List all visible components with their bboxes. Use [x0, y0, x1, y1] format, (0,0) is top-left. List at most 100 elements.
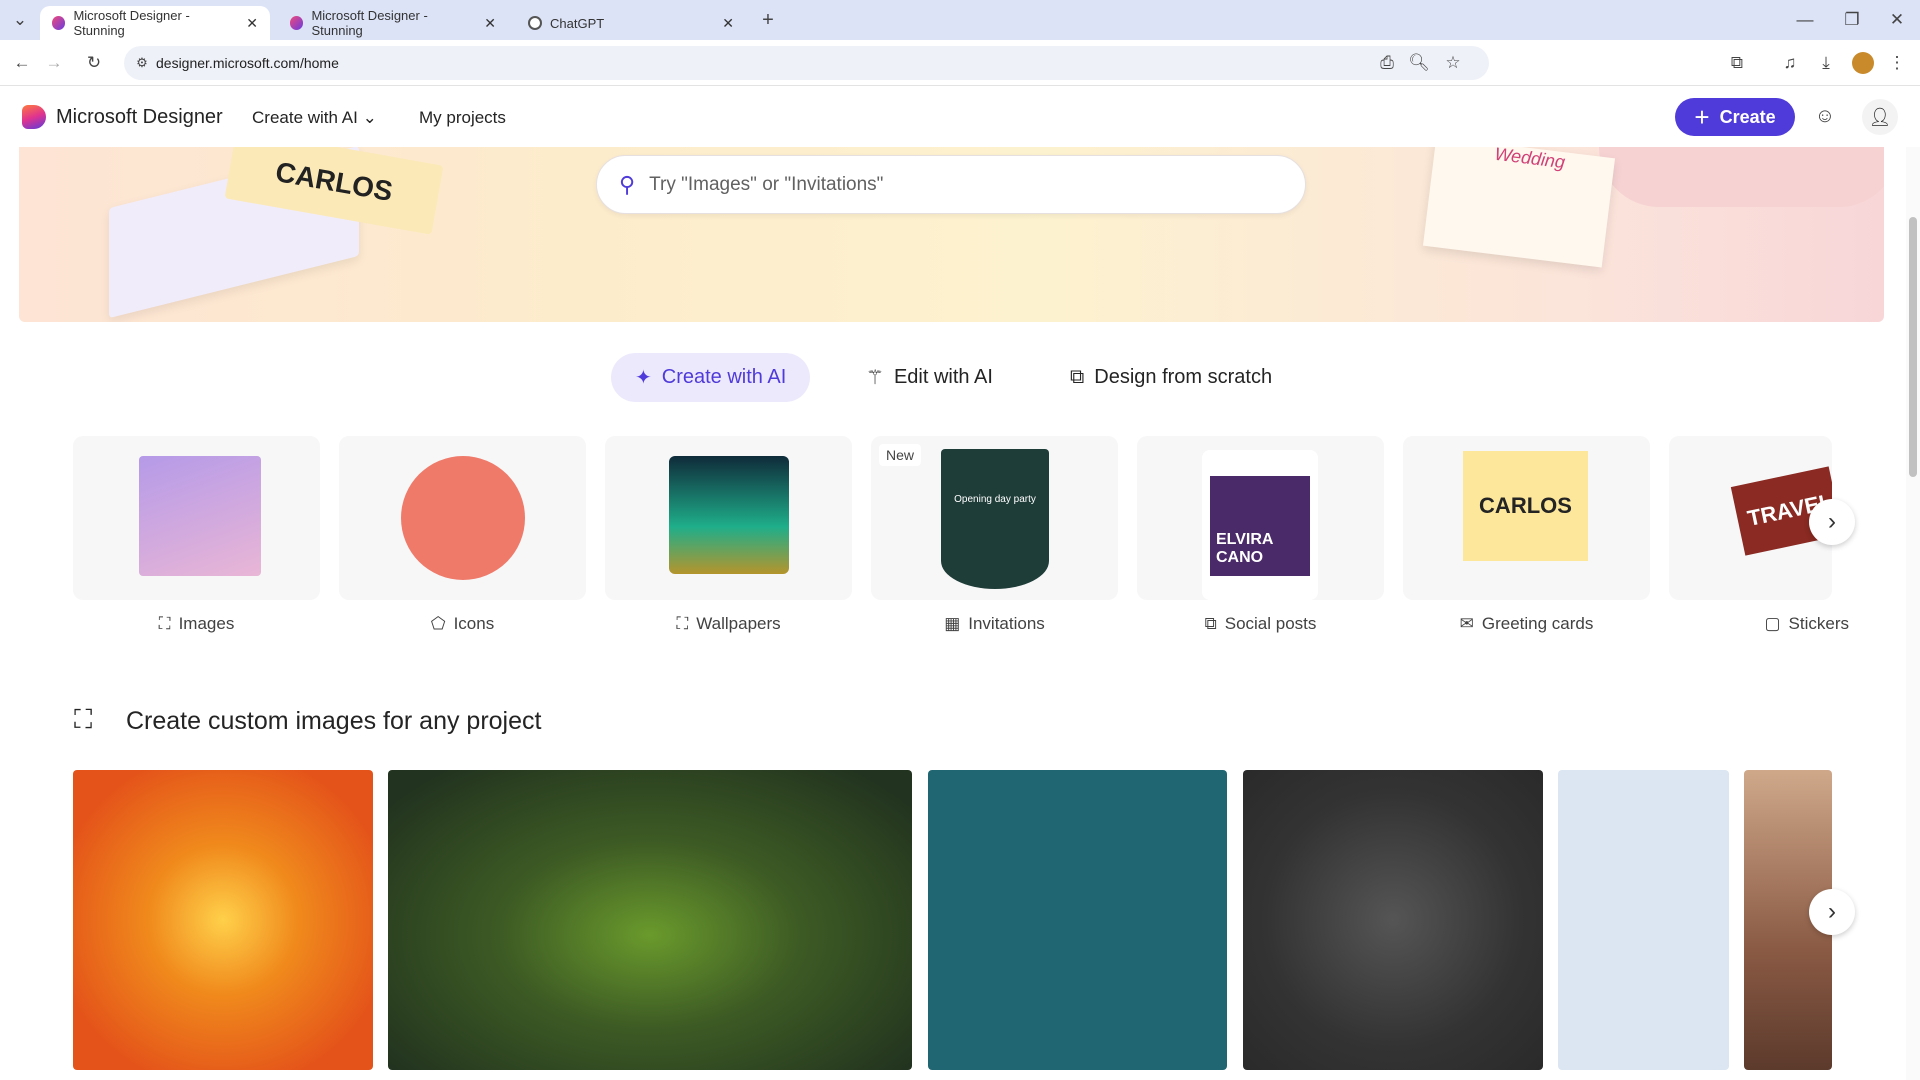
magic-wand-icon: ⚚: [866, 367, 884, 389]
category-card-images[interactable]: [73, 436, 320, 600]
label: Greeting cards: [1481, 614, 1594, 633]
categories-next-button[interactable]: ›: [1809, 499, 1855, 545]
address-bar-row: ← → ↻ ⚙ designer.microsoft.com/home ⎙ 🔍︎ …: [0, 40, 1920, 86]
close-tab-icon[interactable]: ✕: [484, 15, 496, 32]
search-box[interactable]: ⚲ Try "Images" or "Invitations": [596, 155, 1306, 214]
back-icon[interactable]: ←: [10, 51, 34, 75]
forward-icon[interactable]: →: [42, 51, 66, 75]
close-tab-icon[interactable]: ✕: [246, 15, 258, 32]
label: Stickers: [1788, 614, 1849, 633]
category-card-icons[interactable]: [339, 436, 586, 600]
label: Invitations: [968, 614, 1045, 633]
minimize-icon[interactable]: —: [1793, 8, 1817, 32]
app-header: Microsoft Designer Create with AI ⌄ My p…: [0, 86, 1920, 147]
gallery-image-doctor[interactable]: [1558, 770, 1729, 1070]
design-icon: ⧉: [1070, 366, 1085, 388]
category-label-social-posts[interactable]: ⧉ Social posts: [1137, 614, 1384, 634]
scrollbar-thumb[interactable]: [1909, 217, 1917, 477]
ice-cream-preview: [139, 456, 261, 576]
social-icon: ⧉: [1204, 614, 1217, 633]
gallery-image-olives[interactable]: [388, 770, 912, 1070]
close-tab-icon[interactable]: ✕: [722, 15, 734, 32]
label: Wallpapers: [696, 614, 781, 633]
category-label-invitations[interactable]: ▦ Invitations: [871, 614, 1118, 634]
tab-edit-with-ai[interactable]: ⚚ Edit with AI: [842, 353, 1017, 402]
gallery-image-pumpkin[interactable]: [73, 770, 373, 1070]
page-scrollbar[interactable]: [1906, 147, 1920, 1080]
tab-1[interactable]: Microsoft Designer - Stunning ✕: [40, 6, 270, 40]
browser-tab-bar: ⌄ Microsoft Designer - Stunning ✕ Microso…: [0, 0, 1920, 40]
lightbulb-preview: [401, 456, 525, 580]
search-icon: ⚲: [619, 171, 636, 197]
tab-title: Microsoft Designer - Stunning: [73, 8, 190, 38]
nav-create-with-ai[interactable]: Create with AI ⌄: [252, 108, 377, 128]
community-icon[interactable]: ☺: [1813, 104, 1837, 128]
nav-my-projects[interactable]: My projects: [419, 108, 506, 128]
create-button[interactable]: + Create: [1675, 98, 1795, 136]
close-window-icon[interactable]: ✕: [1885, 8, 1909, 32]
mode-label: Edit with AI: [893, 366, 993, 388]
tab-design-from-scratch[interactable]: ⧉ Design from scratch: [1046, 353, 1296, 402]
plus-icon: +: [1694, 101, 1710, 132]
account-icon[interactable]: 👤︎: [1862, 99, 1898, 135]
social-preview: ELVIRA CANO: [1210, 476, 1310, 576]
mail-icon: ✉: [1459, 614, 1474, 633]
profile-avatar[interactable]: [1852, 52, 1874, 74]
menu-icon[interactable]: ⋮: [1885, 51, 1909, 75]
image-icon: ⛶: [676, 614, 689, 633]
category-card-greeting-cards[interactable]: CARLOS: [1403, 436, 1650, 600]
sticker-icon: ▢: [1764, 614, 1781, 633]
create-label: Create: [1719, 106, 1776, 127]
category-label-icons[interactable]: ⬠ Icons: [339, 614, 586, 634]
bookmark-star-icon[interactable]: ☆: [1441, 51, 1465, 75]
category-label-stickers[interactable]: ▢ Stickers: [1669, 614, 1849, 634]
sparkle-icon: ✦: [635, 367, 652, 389]
url-text: designer.microsoft.com/home: [156, 55, 339, 71]
category-card-stickers[interactable]: TRAVEL: [1669, 436, 1832, 600]
calendar-icon: ▦: [944, 614, 961, 633]
aurora-preview: [669, 456, 789, 574]
zoom-icon[interactable]: 🔍︎: [1407, 51, 1431, 75]
reload-icon[interactable]: ↻: [82, 51, 106, 75]
search-placeholder: Try "Images" or "Invitations": [649, 173, 884, 195]
new-tab-icon[interactable]: +: [756, 8, 780, 32]
gallery-next-button[interactable]: ›: [1809, 889, 1855, 935]
chevron-right-icon: ›: [1828, 508, 1836, 535]
wedding-card-illustration: Wedding: [1422, 147, 1616, 268]
mode-label: Create with AI: [661, 366, 787, 388]
shapes-icon: ⬠: [430, 614, 446, 633]
image-sparkle-icon: ⛶: [74, 704, 93, 734]
image-sparkle-icon: ⛶: [158, 614, 171, 633]
category-label-wallpapers[interactable]: ⛶ Wallpapers: [605, 614, 852, 634]
label: Images: [178, 614, 235, 633]
tab-2[interactable]: Microsoft Designer - Stunning ✕: [278, 6, 508, 40]
chevron-down-icon: ⌄: [362, 108, 377, 127]
designer-logo: [22, 105, 46, 129]
category-label-images[interactable]: ⛶ Images: [73, 614, 320, 634]
category-label-greeting-cards[interactable]: ✉ Greeting cards: [1403, 614, 1650, 634]
section-title: Create custom images for any project: [126, 707, 542, 735]
designer-favicon: [290, 16, 304, 30]
media-control-icon[interactable]: ♫: [1778, 51, 1802, 75]
extensions-icon[interactable]: ⧉: [1725, 51, 1749, 75]
gallery-image-dancers[interactable]: [928, 770, 1227, 1070]
mode-label: Design from scratch: [1094, 366, 1273, 388]
tab-search-icon[interactable]: ⌄: [8, 8, 32, 32]
category-card-wallpapers[interactable]: [605, 436, 852, 600]
url-field[interactable]: ⚙ designer.microsoft.com/home ⎙ 🔍︎ ☆: [124, 46, 1489, 80]
greeting-preview: CARLOS: [1463, 451, 1588, 561]
brand-name[interactable]: Microsoft Designer: [56, 106, 223, 129]
tab-title: Microsoft Designer - Stunning: [311, 8, 428, 38]
restore-icon[interactable]: ❐: [1840, 8, 1864, 32]
tab-create-with-ai[interactable]: ✦ Create with AI: [611, 353, 811, 402]
chevron-right-icon: ›: [1828, 898, 1836, 925]
category-card-social-posts[interactable]: ELVIRA CANO: [1137, 436, 1384, 600]
tab-3[interactable]: ChatGPT ✕: [516, 6, 746, 40]
gallery-image-spider[interactable]: [1243, 770, 1543, 1070]
category-card-invitations[interactable]: Opening day party New: [871, 436, 1118, 600]
site-info-icon[interactable]: ⚙: [130, 51, 154, 75]
install-app-icon[interactable]: ⎙: [1375, 51, 1399, 75]
downloads-icon[interactable]: ⤓: [1814, 51, 1838, 75]
nav-label: Create with AI: [252, 108, 358, 127]
designer-favicon: [52, 16, 66, 30]
